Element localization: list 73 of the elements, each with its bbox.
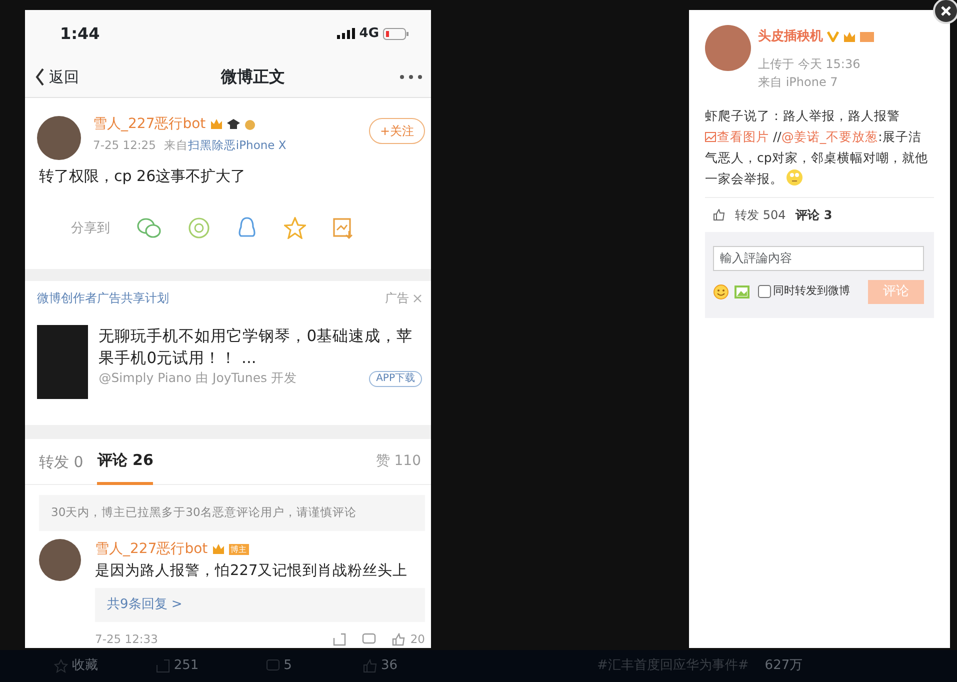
post-source: 来自 扫黑除恶iPhone X: [164, 136, 286, 154]
notice-banner: 30天内，博主已拉黑多于30名恶意评论用户，请谨慎评论: [39, 495, 425, 531]
more-icon[interactable]: [399, 74, 423, 80]
mention-link[interactable]: @姜诺_不要放葱: [781, 128, 878, 144]
post-time: 7-25 12:25: [93, 136, 156, 154]
action-label[interactable]: 收藏: [72, 656, 98, 676]
likes-count[interactable]: 赞 110: [376, 451, 421, 472]
follow-button[interactable]: +关注: [368, 118, 425, 144]
avatar[interactable]: [39, 538, 81, 581]
battery-icon: [383, 28, 409, 40]
comments-link[interactable]: 评论 3: [796, 206, 832, 224]
image-icon: [705, 132, 716, 142]
signal-icon: [337, 28, 356, 40]
comment-icon[interactable]: [362, 632, 376, 646]
verified-icon: [827, 31, 839, 42]
star-icon[interactable]: [284, 217, 306, 240]
thumbs-up-icon[interactable]: [713, 208, 725, 220]
network-label: 4G: [359, 25, 379, 44]
download-button[interactable]: APP下载: [369, 370, 422, 387]
crown-icon: [843, 30, 856, 43]
view-image-link[interactable]: 查看图片: [705, 128, 769, 144]
share-icon[interactable]: [156, 659, 170, 673]
share-label: 分享到: [71, 220, 110, 238]
picture-download-icon[interactable]: [333, 217, 353, 240]
aperture-icon[interactable]: [188, 217, 210, 240]
comment-time: 7-25 12:33: [95, 630, 158, 648]
topic-count: 627万: [764, 657, 803, 676]
crown-icon: [210, 118, 223, 130]
repost-link[interactable]: 转发 504: [735, 206, 786, 224]
tab[interactable]: 评论 26: [97, 439, 154, 485]
comment-text: 是因为路人报警，怕227又记恨到肖战粉丝头上: [95, 562, 409, 581]
comment-input[interactable]: 輸入評論內容: [713, 246, 924, 270]
avatar[interactable]: [37, 116, 81, 160]
page-title: 微博正文: [221, 66, 285, 88]
tab[interactable]: 转发 0: [39, 440, 84, 484]
image-icon[interactable]: [734, 284, 750, 298]
rolling-eyes-emoji-icon: [786, 168, 803, 186]
post-source: 来自 iPhone 7: [758, 74, 839, 90]
ad-title[interactable]: 无聊玩手机不如用它学钢琴，0基础速成，苹果手机0元试用！！ ...: [98, 325, 422, 370]
repost-label[interactable]: 同时转发到微博: [773, 283, 850, 300]
graduation-cap-icon: [226, 118, 240, 130]
author-badge: 博主: [228, 544, 249, 555]
close-icon: [940, 5, 952, 17]
clock-time: 1:44: [60, 22, 100, 45]
action-label[interactable]: 5: [284, 656, 292, 676]
back-chevron-icon: [35, 68, 45, 86]
replies-link[interactable]: 共9条回复 >: [95, 588, 425, 622]
author-name[interactable]: 头皮插秧机: [758, 27, 823, 46]
thumbs-up-icon[interactable]: [392, 632, 406, 646]
upload-time: 上传于 今天 15:36: [758, 56, 862, 72]
sponsor-label: 微博创作者广告共享计划: [37, 290, 169, 308]
author-name[interactable]: 雪人_227恶行bot: [93, 114, 206, 134]
close-button[interactable]: [933, 0, 957, 24]
post-text: 转了权限，cp 26这事不扩大了: [38, 166, 247, 188]
post-text: 虾爬子说了：路人举报，路人报警 查看图片 //@姜诺_不要放葱:展子洁气恶人，cp对家，邻桌横幅对嘲，就他一家会举报。: [705, 106, 929, 188]
like-count: 20: [410, 630, 425, 648]
back-link[interactable]: 返回: [35, 66, 79, 88]
smiley-icon[interactable]: [713, 284, 729, 300]
crown-icon: [212, 543, 225, 556]
star-icon[interactable]: [54, 659, 68, 673]
thumbs-up-icon[interactable]: [362, 659, 377, 673]
action-label[interactable]: 251: [174, 656, 199, 676]
comment-icon[interactable]: [266, 659, 280, 673]
repost-checkbox[interactable]: [758, 285, 771, 298]
share-icon[interactable]: [333, 632, 346, 646]
avatar[interactable]: [705, 25, 751, 71]
action-label[interactable]: 36: [380, 656, 398, 676]
member-badge-icon: [860, 30, 874, 43]
ad-label: 广告: [385, 290, 409, 308]
ad-byline: @Simply Piano 由 JoyTunes 开发: [98, 369, 297, 388]
chat-bubbles-icon[interactable]: [137, 217, 161, 240]
author-name[interactable]: 雪人_227恶行bot: [95, 538, 208, 560]
close-icon[interactable]: [413, 294, 422, 303]
